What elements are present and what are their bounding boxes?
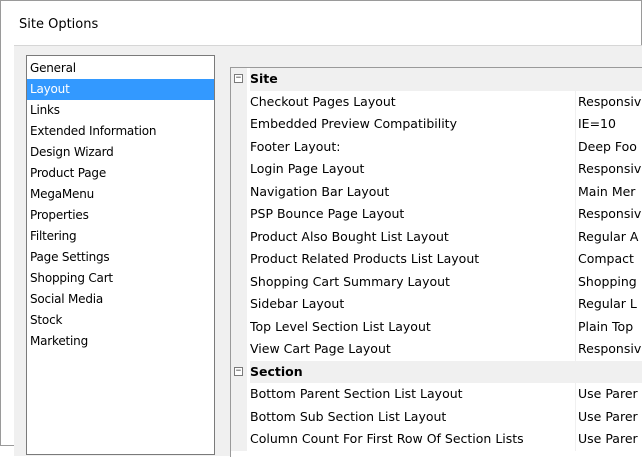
property-name: Product Also Bought List Layout: [250, 228, 449, 244]
property-row[interactable]: Login Page Layout Responsiv: [231, 158, 642, 181]
row-gutter: [231, 180, 247, 203]
row-gutter: −: [231, 360, 247, 383]
property-value[interactable]: Responsiv: [575, 203, 642, 226]
property-name: Bottom Sub Section List Layout: [250, 408, 447, 424]
property-grid[interactable]: Site − Checkout Pages Layout Responsiv Embed…: [230, 67, 642, 457]
property-value[interactable]: Use Parer: [575, 383, 642, 406]
property-name: Embedded Preview Compatibility: [250, 116, 457, 131]
nav-item-properties[interactable]: Properties: [27, 205, 214, 226]
row-gutter: [231, 383, 247, 406]
property-row[interactable]: Product Related Products List Layout Comp…: [231, 248, 642, 271]
nav-item-extended-information[interactable]: Extended Information: [27, 121, 214, 142]
row-gutter: [231, 203, 247, 226]
options-category-list[interactable]: General Layout Links Extended Information De…: [26, 55, 215, 455]
property-value[interactable]: Regular A: [575, 225, 642, 248]
row-gutter: [231, 315, 247, 338]
row-gutter: [231, 428, 247, 451]
row-gutter: [231, 405, 247, 428]
property-row[interactable]: Shopping Cart Summary Layout Shopping: [231, 270, 642, 293]
property-value[interactable]: Responsiv: [575, 158, 642, 181]
property-name: Product Related Products List Layout: [250, 251, 480, 266]
collapse-icon[interactable]: −: [234, 366, 243, 376]
row-gutter: [231, 158, 247, 181]
property-name: Login Page Layout: [250, 161, 365, 176]
nav-item-general[interactable]: General: [27, 56, 214, 79]
property-row[interactable]: Checkout Pages Layout Responsiv: [231, 90, 642, 113]
collapse-icon[interactable]: −: [234, 74, 243, 83]
nav-item-filtering[interactable]: Filtering: [27, 226, 214, 247]
property-value[interactable]: Shopping: [575, 270, 642, 293]
property-row[interactable]: Navigation Bar Layout Main Mer: [231, 180, 642, 203]
category-row-site[interactable]: Site −: [231, 68, 642, 91]
nav-item-stock[interactable]: Stock: [27, 310, 214, 331]
nav-item-product-page[interactable]: Product Page: [27, 163, 214, 184]
row-gutter: [231, 90, 247, 113]
category-name: Section: [250, 360, 642, 383]
property-value[interactable]: Regular L: [575, 293, 642, 316]
property-value[interactable]: Deep Foo: [575, 135, 642, 158]
row-gutter: [231, 338, 247, 361]
property-row[interactable]: Sidebar Layout Regular L: [231, 293, 642, 316]
row-gutter: [231, 113, 247, 136]
property-name: Column Count For First Row Of Section Li…: [250, 431, 524, 446]
property-name: Footer Layout:: [250, 138, 341, 154]
nav-item-links[interactable]: Links: [27, 100, 214, 121]
property-row[interactable]: Top Level Section List Layout Plain Top: [231, 315, 642, 338]
nav-item-page-settings[interactable]: Page Settings: [27, 247, 214, 268]
property-row[interactable]: PSP Bounce Page Layout Responsiv: [231, 203, 642, 226]
property-name: Shopping Cart Summary Layout: [250, 273, 450, 289]
property-name: Top Level Section List Layout: [250, 318, 431, 334]
row-gutter: [231, 293, 247, 316]
property-value[interactable]: Use Parer: [575, 405, 642, 428]
row-gutter: [231, 270, 247, 293]
dialog-title: Site Options: [19, 17, 99, 32]
nav-item-shopping-cart[interactable]: Shopping Cart: [27, 268, 214, 289]
property-name: Bottom Parent Section List Layout: [250, 386, 463, 401]
property-row[interactable]: Column Count For First Row Of Section Li…: [231, 428, 642, 451]
property-value[interactable]: Responsiv: [575, 90, 642, 113]
row-gutter: −: [231, 68, 247, 91]
nav-item-marketing[interactable]: Marketing: [27, 331, 214, 352]
nav-item-layout[interactable]: Layout: [27, 79, 214, 100]
row-gutter: [231, 225, 247, 248]
property-name: View Cart Page Layout: [250, 341, 391, 356]
property-row[interactable]: Embedded Preview Compatibility IE=10: [231, 113, 642, 136]
property-row[interactable]: Footer Layout: Deep Foo: [231, 135, 642, 158]
property-value[interactable]: Use Parer: [575, 428, 642, 451]
property-name: Checkout Pages Layout: [250, 93, 396, 109]
property-value[interactable]: Compact: [575, 248, 642, 271]
property-value[interactable]: Main Mer: [575, 180, 642, 203]
property-value[interactable]: Plain Top: [575, 315, 642, 338]
nav-item-megamenu[interactable]: MegaMenu: [27, 184, 214, 205]
row-gutter: [231, 248, 247, 271]
nav-item-design-wizard[interactable]: Design Wizard: [27, 142, 214, 163]
property-name: Sidebar Layout: [250, 296, 345, 311]
property-name: Navigation Bar Layout: [250, 183, 390, 199]
property-row[interactable]: Product Also Bought List Layout Regular A: [231, 225, 642, 248]
row-gutter: [231, 135, 247, 158]
property-row[interactable]: Bottom Parent Section List Layout Use Par…: [231, 383, 642, 406]
category-name: Site: [250, 68, 642, 91]
property-row[interactable]: View Cart Page Layout Responsiv: [231, 338, 642, 361]
property-value[interactable]: IE=10: [575, 113, 642, 136]
property-name: PSP Bounce Page Layout: [250, 206, 405, 221]
property-value[interactable]: Responsiv: [575, 338, 642, 361]
nav-item-social-media[interactable]: Social Media: [27, 289, 214, 310]
category-row-section[interactable]: Section −: [231, 360, 642, 383]
property-row[interactable]: Bottom Sub Section List Layout Use Parer: [231, 405, 642, 428]
